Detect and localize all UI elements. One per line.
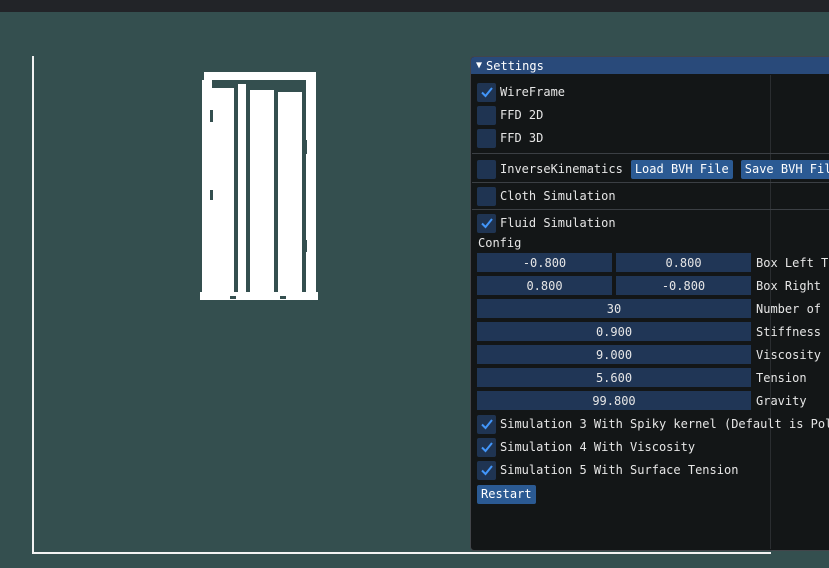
ik-checkbox[interactable]: [477, 159, 496, 179]
number-of-particles-field[interactable]: 30: [477, 299, 751, 318]
cloth-row[interactable]: Cloth Simulation: [477, 186, 616, 206]
settings-title-bar[interactable]: ▼ Settings: [471, 57, 829, 74]
viscosity-field[interactable]: 9.000: [477, 345, 751, 364]
sim4-label: Simulation 4 With Viscosity: [500, 440, 696, 454]
ik-row[interactable]: InverseKinematics Load BVH File Save BVH…: [477, 159, 829, 179]
sim5-checkbox[interactable]: [477, 460, 496, 480]
stiffness-field[interactable]: 0.900: [477, 322, 751, 341]
separator: [472, 209, 829, 210]
settings-title: Settings: [486, 58, 544, 73]
ffd3d-row[interactable]: FFD 3D: [477, 128, 543, 148]
ffd2d-label: FFD 2D: [500, 108, 544, 122]
sim4-row[interactable]: Simulation 4 With Viscosity: [477, 437, 695, 457]
separator: [472, 153, 829, 154]
fluid-row[interactable]: Fluid Simulation: [477, 213, 616, 233]
fluid-particles: [200, 72, 318, 300]
box-left-top-label: Box Left Top: [756, 255, 829, 270]
gravity-field[interactable]: 99.800: [477, 391, 751, 410]
ffd3d-checkbox[interactable]: [477, 128, 496, 148]
fluid-label: Fluid Simulation: [500, 216, 616, 230]
ffd2d-row[interactable]: FFD 2D: [477, 105, 543, 125]
y-axis-line: [32, 56, 34, 553]
box-left-top-x-field[interactable]: -0.800: [477, 253, 612, 272]
box-right-bottom-label: Box Right Bottom: [756, 278, 829, 293]
window-top-bar: [0, 0, 829, 12]
cloth-checkbox[interactable]: [477, 186, 496, 206]
separator: [472, 182, 829, 183]
check-icon: [480, 465, 493, 476]
restart-row: Restart: [477, 484, 536, 504]
load-bvh-button[interactable]: Load BVH File: [630, 159, 733, 179]
box-left-top-y-field[interactable]: 0.800: [616, 253, 751, 272]
sim4-checkbox[interactable]: [477, 437, 496, 457]
check-icon: [480, 442, 493, 453]
ik-label: InverseKinematics: [500, 162, 623, 176]
sim3-checkbox[interactable]: [477, 414, 496, 434]
triangle-down-icon[interactable]: ▼: [476, 60, 482, 71]
viscosity-label: Viscosity: [756, 347, 822, 362]
tension-field[interactable]: 5.600: [477, 368, 751, 387]
x-axis-line: [32, 552, 771, 554]
stiffness-label: Stiffness: [756, 324, 822, 339]
check-icon: [480, 87, 493, 98]
fluid-checkbox[interactable]: [477, 213, 496, 233]
box-right-bottom-y-field[interactable]: -0.800: [616, 276, 751, 295]
sim3-row[interactable]: Simulation 3 With Spiky kernel (Default …: [477, 414, 829, 434]
wireframe-label: WireFrame: [500, 85, 566, 99]
check-icon: [480, 218, 493, 229]
wireframe-checkbox[interactable]: [477, 82, 496, 102]
number-of-particles-label: Number of Particles: [756, 301, 829, 316]
restart-button[interactable]: Restart: [477, 484, 536, 504]
save-bvh-button[interactable]: Save BVH File: [740, 159, 829, 179]
config-header: Config: [478, 236, 522, 250]
tension-label: Tension: [756, 370, 807, 385]
sim3-label: Simulation 3 With Spiky kernel (Default …: [500, 417, 829, 431]
gravity-label: Gravity: [756, 393, 807, 408]
cloth-label: Cloth Simulation: [500, 189, 616, 203]
wireframe-row[interactable]: WireFrame: [477, 82, 565, 102]
check-icon: [480, 419, 493, 430]
box-right-bottom-x-field[interactable]: 0.800: [477, 276, 612, 295]
settings-panel[interactable]: ▼ Settings WireFrame FFD 2D FFD 3D Inver…: [470, 56, 829, 551]
ffd2d-checkbox[interactable]: [477, 105, 496, 125]
sim5-label: Simulation 5 With Surface Tension: [500, 463, 739, 477]
ffd3d-label: FFD 3D: [500, 131, 544, 145]
sim5-row[interactable]: Simulation 5 With Surface Tension: [477, 460, 738, 480]
